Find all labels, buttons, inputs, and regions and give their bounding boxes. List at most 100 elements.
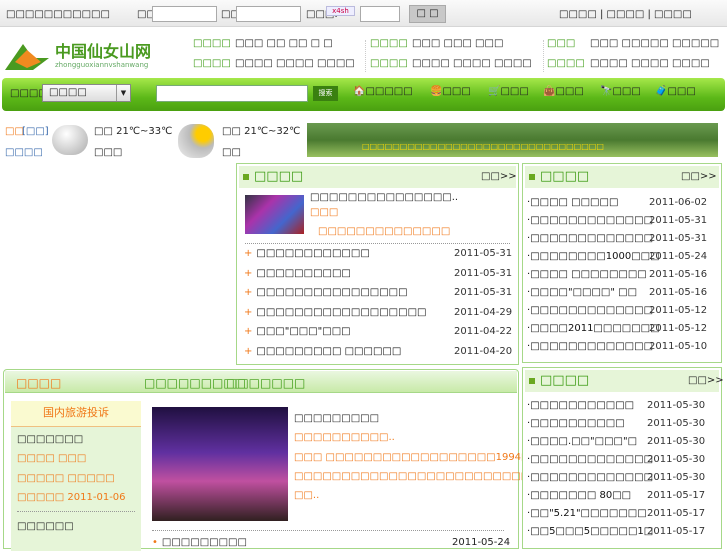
- list-date: 2011-05-17: [647, 508, 706, 519]
- list-item[interactable]: ·□□□□□□□□□□□: [527, 400, 634, 411]
- complaint-heading[interactable]: □□□□□□□: [17, 434, 83, 445]
- square-icon: [529, 377, 535, 384]
- nav-link-3[interactable]: 🛒□□□: [488, 86, 529, 97]
- list-item[interactable]: ·□□□□□□□□□□□□□: [527, 233, 653, 244]
- search-button[interactable]: 搜索: [313, 86, 338, 101]
- list-item[interactable]: ·□□□□□□□ 80□□: [527, 490, 631, 501]
- nav-items[interactable]: □□□ □□ □□ □ □: [235, 38, 333, 49]
- list-item[interactable]: + □□□□□□□□□□□□: [244, 248, 370, 259]
- list-date: 2011-06-02: [649, 197, 708, 208]
- complaint-title[interactable]: 国内旅游投诉: [11, 401, 141, 427]
- more-link[interactable]: □□>>: [681, 171, 717, 182]
- list-item[interactable]: ·□□□□ □□□□□□□□: [527, 269, 647, 280]
- list-item[interactable]: ·□□□□□□□□1000□□□: [527, 251, 660, 262]
- nav-items[interactable]: □□□ □□□□□ □□□□□: [590, 38, 719, 49]
- nav-items[interactable]: □□□□ □□□□ □□□□: [412, 58, 532, 69]
- list-date: 2011-05-31: [454, 287, 513, 298]
- nav-link-5[interactable]: 🔭□□□: [600, 86, 641, 97]
- username-input[interactable]: [152, 6, 217, 22]
- weather-more[interactable]: □□□□: [5, 147, 43, 158]
- logo-subtitle: zhongguoxiannvshanwang: [55, 61, 149, 69]
- list-item[interactable]: • □□□□□□□□□: [152, 537, 247, 548]
- site-logo[interactable]: 中国仙女山网 zhongguoxiannvshanwang: [3, 38, 153, 72]
- feature-body: □□..: [294, 490, 320, 501]
- nav-label[interactable]: □□□□: [193, 58, 231, 69]
- list-item[interactable]: ·□□□□□□□□□□□□□: [527, 305, 653, 316]
- list-date: 2011-04-29: [454, 306, 513, 318]
- travel-panel: □□□□ □□□□□□□□□ □□□□□□□ 国内旅游投诉 □□□□□□□ □□…: [3, 369, 672, 551]
- cloud-icon: [52, 125, 88, 155]
- login-button[interactable]: □ □: [409, 5, 446, 23]
- list-date: 2011-05-31: [454, 267, 513, 279]
- password-input[interactable]: [236, 6, 301, 22]
- featured-sub[interactable]: □□□□□□□□□□□□□□: [318, 226, 450, 237]
- food-icon: 🍔: [430, 86, 443, 97]
- tab-2[interactable]: □□□□□□□: [226, 376, 305, 390]
- list-item[interactable]: + □□□□□□□□□□□□□□□□: [244, 287, 408, 298]
- list-date: 2011-05-30: [647, 418, 706, 429]
- complaint-line: □□□□□ □□□□□: [17, 473, 115, 484]
- weather-switch[interactable]: [□□]: [22, 126, 49, 137]
- nav-link-2[interactable]: 🍔□□□: [430, 86, 471, 97]
- list-item[interactable]: ·□□□□□□□□□□□□□: [527, 454, 653, 465]
- feature-title[interactable]: □□□□□□□□□: [294, 413, 379, 424]
- list-item[interactable]: + □□□□□□□□□□: [244, 268, 351, 279]
- list-item[interactable]: ·□□□□"□□□□" □□: [527, 287, 637, 298]
- nav-link-6[interactable]: 🧳□□□: [655, 86, 696, 97]
- top-links[interactable]: □□□□ | □□□□ | □□□□: [559, 9, 692, 20]
- news-thumbnail[interactable]: [245, 195, 304, 234]
- list-item[interactable]: ·□□□□□□□□□□□□□: [527, 472, 653, 483]
- weather-desc1: □□□: [94, 147, 123, 158]
- list-item[interactable]: ·□□"5.21"□□□□□□□: [527, 508, 647, 519]
- featured-tag: □□□: [310, 207, 339, 218]
- list-item[interactable]: ·□□□□□□□□□□□□□: [527, 341, 653, 352]
- plus-bullet-icon: +: [244, 345, 253, 357]
- list-item[interactable]: ·□□□□ □□□□□: [527, 197, 618, 208]
- logo-title: 中国仙女山网: [55, 42, 152, 61]
- travel-title: □□□□: [16, 376, 62, 390]
- complaint-line: □□□□ □□□: [17, 453, 87, 464]
- list-date: 2011-05-31: [649, 215, 708, 226]
- list-item[interactable]: ·□□□□2011□□□□□□□: [527, 323, 660, 334]
- search-input[interactable]: [156, 85, 308, 102]
- list-item[interactable]: ·□□□□□□□□□□: [527, 418, 625, 429]
- weather-day1: □□ 21℃~33℃: [94, 126, 173, 137]
- banner[interactable]: □□□□□□□□□□□□□□□□□□□□□□□□□□□□□□□□: [307, 123, 718, 157]
- nav-items[interactable]: □□□□ □□□□ □□□□: [235, 58, 355, 69]
- list-date: 2011-05-31: [649, 233, 708, 244]
- right-news2-title: □□□□: [529, 373, 589, 388]
- feature-image[interactable]: [152, 407, 288, 521]
- more-link[interactable]: □□>>: [688, 375, 724, 386]
- nav-link-4[interactable]: 👜□□□: [543, 86, 584, 97]
- captcha-input[interactable]: [360, 6, 400, 22]
- list-date: 2011-04-20: [454, 345, 513, 357]
- list-item[interactable]: ·□□□□.□□"□□□"□: [527, 436, 637, 447]
- list-date: 2011-05-30: [647, 436, 706, 447]
- nav-label[interactable]: □□□□: [370, 38, 408, 49]
- complaint-heading-2[interactable]: □□□□□□: [17, 521, 74, 532]
- list-item[interactable]: ·□□5□□□5□□□□□1□: [527, 526, 653, 537]
- plus-bullet-icon: +: [244, 248, 253, 259]
- nav-items[interactable]: □□□ □□□ □□□: [412, 38, 503, 49]
- list-item[interactable]: + □□□"□□□"□□□: [244, 326, 351, 337]
- list-item[interactable]: ·□□□□□□□□□□□□□: [527, 215, 653, 226]
- category-select[interactable]: □□□□ ▼: [42, 84, 131, 102]
- list-date: 2011-05-16: [649, 287, 708, 298]
- cart-icon: 🛒: [488, 86, 501, 97]
- nav-label[interactable]: □□□□: [370, 58, 408, 69]
- list-item[interactable]: + □□□□□□□□□ □□□□□□: [244, 346, 401, 357]
- list-item[interactable]: + □□□□□□□□□□□□□□□□□□: [244, 307, 426, 318]
- featured-title[interactable]: □□□□□□□□□□□□□□□..: [310, 192, 458, 203]
- nav-link-1[interactable]: 🏠□□□□□: [353, 86, 413, 97]
- divider: [543, 40, 544, 72]
- list-date: 2011-05-30: [647, 472, 706, 483]
- logo-icon: [5, 44, 49, 70]
- nav-label[interactable]: □□□□: [547, 58, 585, 69]
- nav-label[interactable]: □□□□: [193, 38, 231, 49]
- list-date: 2011-05-16: [649, 269, 708, 280]
- nav-label[interactable]: □□□: [547, 38, 575, 49]
- complaint-sidebar: 国内旅游投诉 □□□□□□□ □□□□ □□□ □□□□□ □□□□□ □□□□…: [11, 401, 141, 551]
- more-link[interactable]: □□>>: [481, 171, 517, 182]
- square-icon: [243, 173, 249, 180]
- nav-items[interactable]: □□□□ □□□□ □□□□: [590, 58, 710, 69]
